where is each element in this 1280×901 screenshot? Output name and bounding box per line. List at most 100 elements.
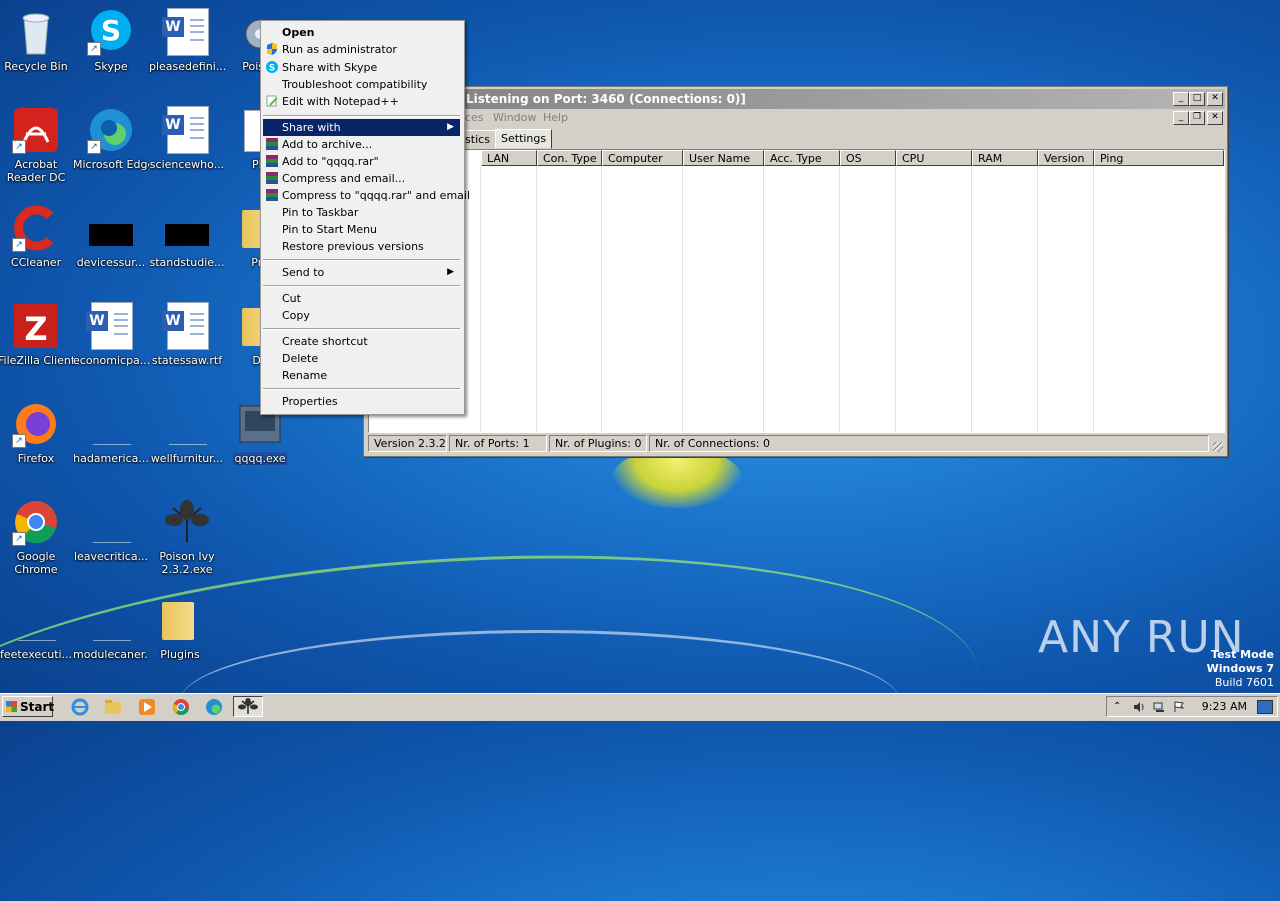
menu-item-delete[interactable]: Delete xyxy=(263,350,460,367)
desktop-icon-recycle-bin[interactable]: Recycle Bin xyxy=(0,4,74,94)
desktop-icon-skype[interactable]: S ↗ Skype xyxy=(73,4,149,94)
menu-item-create-shortcut[interactable]: Create shortcut xyxy=(263,333,460,350)
desktop-icon-label: CCleaner xyxy=(10,256,62,269)
desktop-icon-modulecaner[interactable]: modulecaner... xyxy=(73,592,149,682)
menu-item-edit-notepadpp[interactable]: Edit with Notepad++ xyxy=(263,93,460,110)
word-document-icon: W xyxy=(162,8,209,56)
svg-text:S: S xyxy=(269,64,275,74)
menu-item-run-as-admin[interactable]: Run as administrator xyxy=(263,41,460,58)
child-restore-button[interactable]: ❐ xyxy=(1189,111,1205,125)
ie-icon[interactable] xyxy=(71,698,89,716)
start-button[interactable]: Start xyxy=(2,696,54,717)
desktop-icon-standstudie[interactable]: standstudie... xyxy=(149,200,225,290)
column-header-ping[interactable]: Ping xyxy=(1094,150,1224,166)
status-bar: Version 2.3.2 Nr. of Ports: 1 Nr. of Plu… xyxy=(366,434,1225,454)
column-header-ram[interactable]: RAM xyxy=(972,150,1038,166)
winrar-icon xyxy=(266,172,278,184)
submenu-arrow-icon: ▶ xyxy=(447,122,454,132)
menu-item-copy[interactable]: Copy xyxy=(263,307,460,324)
desktop-icon-poison-ivy-exe[interactable]: Poison Ivy 2.3.2.exe xyxy=(149,494,225,584)
desktop-icon-hadamerica[interactable]: hadamerica... xyxy=(73,396,149,486)
child-close-button[interactable]: ✕ xyxy=(1207,111,1223,125)
desktop-icon-edge[interactable]: ↗ Microsoft Edge xyxy=(73,102,149,192)
column-header-version[interactable]: Version xyxy=(1038,150,1094,166)
media-player-icon[interactable] xyxy=(138,698,156,716)
menu-item-open[interactable]: Open xyxy=(263,24,460,41)
desktop-icon-label: FileZilla Client xyxy=(0,354,74,367)
volume-icon[interactable] xyxy=(1133,701,1145,713)
menu-item[interactable]: ces xyxy=(465,111,484,124)
close-button[interactable]: ✕ xyxy=(1207,92,1223,106)
desktop-icon-feetexecuti[interactable]: feetexecuti... xyxy=(0,592,74,682)
desktop-icon-economicpa[interactable]: W economicpa... xyxy=(73,298,149,388)
column-header-con-type[interactable]: Con. Type xyxy=(537,150,602,166)
edge-icon[interactable] xyxy=(205,698,223,716)
desktop-icon-pleasedefini[interactable]: W pleasedefini... xyxy=(149,4,225,94)
desktop-icon-label: statessaw.rtf xyxy=(151,354,223,367)
tray-expand-icon[interactable]: ⌃ xyxy=(1113,701,1125,713)
column-header-lan[interactable]: LAN xyxy=(481,150,537,166)
menu-item-cut[interactable]: Cut xyxy=(263,290,460,307)
word-document-icon: W xyxy=(162,106,209,154)
menu-item-compress-email[interactable]: Compress and email... xyxy=(263,170,460,187)
window-title: Listening on Port: 3460 (Connections: 0)… xyxy=(466,92,746,106)
desktop-icon-firefox[interactable]: ↗ Firefox xyxy=(0,396,74,486)
minimize-button[interactable]: _ xyxy=(1173,92,1189,106)
menu-item-pin-start[interactable]: Pin to Start Menu xyxy=(263,221,460,238)
window-titlebar[interactable]: Listening on Port: 3460 (Connections: 0)… xyxy=(366,89,1225,109)
column-header-user-name[interactable]: User Name xyxy=(683,150,764,166)
resize-grip[interactable] xyxy=(1213,442,1223,452)
desktop-icon-ccleaner[interactable]: ↗ CCleaner xyxy=(0,200,74,290)
rat-main-window[interactable]: Listening on Port: 3460 (Connections: 0)… xyxy=(363,86,1228,457)
submenu-arrow-icon: ▶ xyxy=(447,267,454,277)
action-center-flag-icon[interactable] xyxy=(1173,701,1185,713)
system-tray: ⌃ 9:23 AM xyxy=(1106,696,1278,717)
explorer-icon[interactable] xyxy=(104,698,122,716)
desktop-icon-chrome[interactable]: ↗ Google Chrome xyxy=(0,494,74,584)
desktop-icon-plugins[interactable]: Plugins xyxy=(142,592,218,682)
connections-list[interactable]: LAN Con. Type Computer User Name Acc. Ty… xyxy=(368,149,1225,433)
menu-item-properties[interactable]: Properties xyxy=(263,393,460,410)
ivy-leaf-icon xyxy=(238,698,258,714)
column-header-acc-type[interactable]: Acc. Type xyxy=(764,150,840,166)
menu-item-share-skype[interactable]: S Share with Skype xyxy=(263,59,460,76)
menu-item-add-to-rar[interactable]: Add to "qqqq.rar" xyxy=(263,153,460,170)
menu-separator xyxy=(263,388,460,390)
desktop-icon-label: Microsoft Edge xyxy=(73,158,149,171)
test-mode-line: Test Mode xyxy=(1211,648,1274,661)
column-divider xyxy=(763,166,764,432)
maximize-button[interactable]: □ xyxy=(1189,92,1205,106)
menu-item-restore-versions[interactable]: Restore previous versions xyxy=(263,238,460,255)
menu-item-add-to-archive[interactable]: Add to archive... xyxy=(263,136,460,153)
desktop-icon-wellfurnitur[interactable]: wellfurnitur... xyxy=(149,396,225,486)
network-icon[interactable] xyxy=(1153,701,1165,713)
menu-item-send-to[interactable]: Send to ▶ xyxy=(263,264,460,281)
desktop-icon-sciencewho[interactable]: W sciencewho... xyxy=(149,102,225,192)
tab-settings[interactable]: Settings xyxy=(495,129,553,149)
winrar-icon xyxy=(266,189,278,201)
desktop-icon-statessaw[interactable]: W statessaw.rtf xyxy=(149,298,225,388)
blank-file-icon xyxy=(93,620,131,641)
desktop-icon-label: economicpa... xyxy=(73,354,149,367)
desktop-icon-devicessur[interactable]: devicessur... xyxy=(73,200,149,290)
show-desktop-icon[interactable] xyxy=(1257,700,1273,714)
column-header-cpu[interactable]: CPU xyxy=(896,150,972,166)
clock[interactable]: 9:23 AM xyxy=(1202,700,1247,713)
menu-item-share-with[interactable]: Share with ▶ xyxy=(263,119,460,136)
desktop-icon-leavecritica[interactable]: leavecritica... xyxy=(73,494,149,584)
chrome-icon[interactable] xyxy=(172,698,190,716)
status-version: Version 2.3.2 xyxy=(368,435,447,452)
desktop-icon-acrobat[interactable]: ↗ Acrobat Reader DC xyxy=(0,102,74,192)
menu-item[interactable]: Help xyxy=(543,111,568,124)
column-header-computer[interactable]: Computer xyxy=(602,150,683,166)
menu-item-rename[interactable]: Rename xyxy=(263,367,460,384)
taskbar-poison-ivy[interactable] xyxy=(233,696,263,717)
desktop-icon-filezilla[interactable]: Z FileZilla Client xyxy=(0,298,74,388)
menu-item[interactable]: Window xyxy=(493,111,536,124)
menu-item-compress-rar-email[interactable]: Compress to "qqqq.rar" and email xyxy=(263,187,470,204)
menu-item-pin-taskbar[interactable]: Pin to Taskbar xyxy=(263,204,460,221)
column-header-os[interactable]: OS xyxy=(840,150,896,166)
word-document-icon: W xyxy=(86,302,133,350)
child-minimize-button[interactable]: _ xyxy=(1173,111,1189,125)
menu-item-troubleshoot[interactable]: Troubleshoot compatibility xyxy=(263,76,460,93)
